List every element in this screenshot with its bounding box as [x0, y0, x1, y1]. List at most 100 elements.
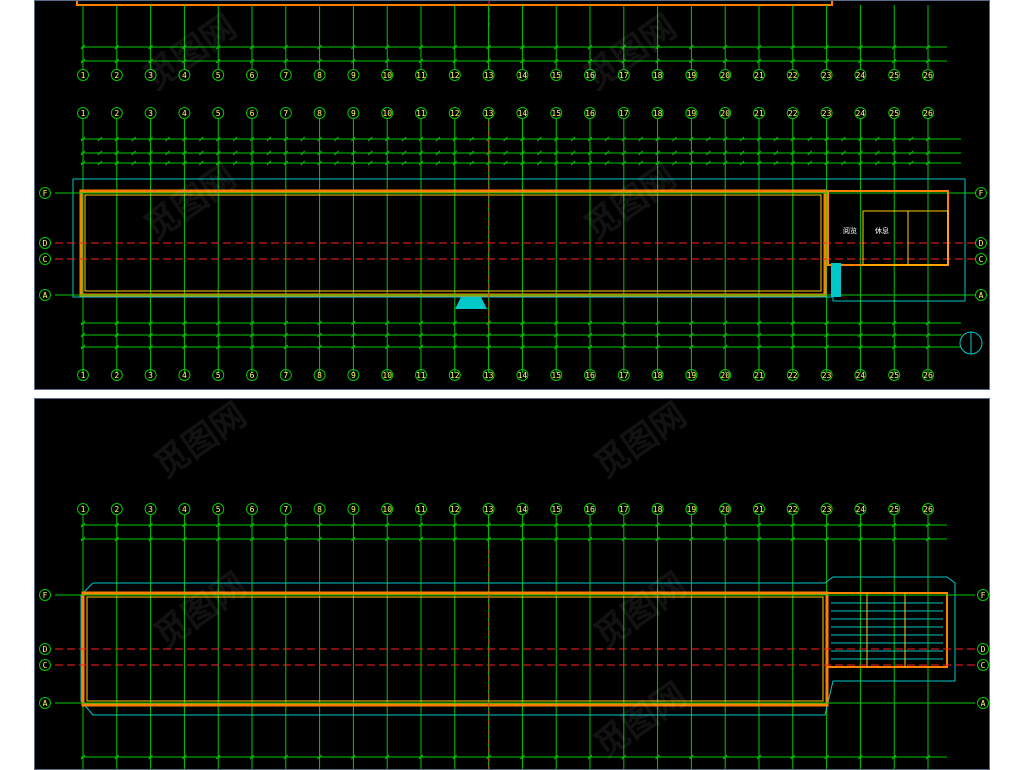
axis-bubble-label: 7	[283, 109, 288, 118]
axis-bubble-label: 20	[720, 109, 730, 118]
axis-bubble-label: 11	[416, 71, 426, 80]
axis-bubble-label: 24	[856, 371, 866, 380]
watermark: 觅图网	[147, 565, 253, 656]
axis-bubble-label: 13	[484, 109, 494, 118]
axis-bubble-label: D	[979, 239, 984, 248]
axis-bubble-label: 26	[923, 371, 933, 380]
axis-bubble-label: 16	[585, 109, 595, 118]
axis-bubble-label: 2	[114, 71, 119, 80]
axis-bubble-label: 15	[551, 371, 561, 380]
watermark: 觅图网	[147, 399, 253, 486]
axis-bubble-label: 23	[822, 71, 832, 80]
axis-bubble-label: F	[43, 591, 48, 600]
axis-bubble-label: 12	[450, 71, 460, 80]
axis-bubble-label: 12	[450, 371, 460, 380]
axis-bubble-label: 5	[216, 109, 221, 118]
axis-bubble-label: 18	[653, 371, 663, 380]
axis-bubble-label: 25	[889, 371, 899, 380]
axis-bubble-label: 8	[317, 505, 322, 514]
axis-bubble-label: 25	[889, 71, 899, 80]
room-label: 休息	[875, 226, 889, 235]
axis-bubble-label: 6	[250, 371, 255, 380]
axis-bubble-label: 12	[450, 109, 460, 118]
annex-wall	[826, 592, 948, 668]
axis-bubble-label: 1	[81, 71, 86, 80]
axis-bubble-label: 4	[182, 109, 187, 118]
room-label: 阅览	[843, 226, 857, 235]
axis-bubble-label: 15	[551, 505, 561, 514]
axis-bubble-label: A	[979, 291, 984, 300]
axis-bubble-label: 22	[788, 371, 798, 380]
partial-wall-top	[76, 1, 833, 6]
watermark: 觅图网	[137, 157, 243, 248]
axis-bubble-label: 7	[283, 71, 288, 80]
axis-bubble-label: 21	[754, 109, 764, 118]
axis-bubble-label: A	[43, 291, 48, 300]
axis-bubble-label: C	[43, 661, 48, 670]
axis-bubble-label: 26	[923, 109, 933, 118]
axis-bubble-label: 6	[250, 505, 255, 514]
axis-bubble-label: 22	[788, 71, 798, 80]
axis-bubble-label: 6	[250, 71, 255, 80]
axis-bubble-label: 3	[148, 109, 153, 118]
axis-bubble-label: 8	[317, 371, 322, 380]
axis-bubble-label: 18	[653, 71, 663, 80]
axis-bubble-label: 14	[518, 71, 528, 80]
axis-bubble-label: 4	[182, 505, 187, 514]
axis-bubble-label: 10	[382, 371, 392, 380]
axis-bubble-label: 25	[889, 505, 899, 514]
axis-bubble-label: 10	[382, 109, 392, 118]
axis-bubble-label: 21	[754, 371, 764, 380]
floor-plan-panel-top: 1 2 3 4 5 6 7 8 9 10 11 12 13 14 15 16 17 18 19 20 21 22 23 24 2…	[34, 0, 990, 390]
axis-bubble-label: 23	[822, 371, 832, 380]
south-entrance-steps	[455, 297, 487, 309]
axis-bubble-label: 2	[114, 505, 119, 514]
axis-bubble-label: 24	[856, 71, 866, 80]
axis-bubble-label: C	[43, 255, 48, 264]
axis-bubble-label: 9	[351, 71, 356, 80]
axis-bubble-label: C	[979, 255, 984, 264]
axis-bubble-label: 20	[720, 371, 730, 380]
axis-bubble-label: 10	[382, 71, 392, 80]
axis-bubble-label: D	[43, 645, 48, 654]
axis-bubble-label: F	[43, 189, 48, 198]
watermark: 觅图网	[137, 7, 243, 98]
axis-bubble-label: C	[981, 661, 986, 670]
axis-bubble-label: 14	[518, 109, 528, 118]
axis-bubble-label: 13	[484, 505, 494, 514]
axis-bubble-label: 24	[856, 109, 866, 118]
axis-bubble-label: 8	[317, 71, 322, 80]
axis-bubble-label: A	[981, 699, 986, 708]
axis-bubble-label: 17	[619, 109, 629, 118]
axis-bubble-label: 19	[687, 109, 697, 118]
axis-bubble-label: 26	[923, 71, 933, 80]
annex-room	[862, 210, 909, 266]
axis-bubble-label: F	[981, 591, 986, 600]
axis-bubble-label: 20	[720, 71, 730, 80]
axis-bubble-label: 9	[351, 505, 356, 514]
axis-bubble-label: 23	[822, 109, 832, 118]
axis-bubble-label: 26	[923, 505, 933, 514]
axis-bubble-label: 13	[484, 371, 494, 380]
axis-bubble-label: 20	[720, 505, 730, 514]
axis-bubble-label: A	[43, 699, 48, 708]
axis-bubble-label: 9	[351, 371, 356, 380]
axis-bubble-label: D	[43, 239, 48, 248]
axis-bubble-label: 19	[687, 71, 697, 80]
axis-bubble-label: 25	[889, 109, 899, 118]
axis-bubble-label: 4	[182, 371, 187, 380]
axis-bubble-label: 21	[754, 71, 764, 80]
watermark: 觅图网	[587, 565, 693, 656]
axis-bubble-label: F	[979, 189, 984, 198]
floor-plan-panel-bottom: 1 2 3 4 5 6 7 8 9 10 11 12 13 14 15 16 17 18 19 20 21 22 23 24 2…	[34, 398, 990, 770]
axis-bubble-label: 2	[114, 109, 119, 118]
axis-bubble-label: 17	[619, 371, 629, 380]
axis-bubble-label: 11	[416, 505, 426, 514]
axis-bubble-label: 7	[283, 505, 288, 514]
axis-bubble-label: 15	[551, 109, 561, 118]
axis-bubble-label: 7	[283, 371, 288, 380]
axis-bubble-label: 9	[351, 109, 356, 118]
axis-bubble-label: 18	[653, 505, 663, 514]
axis-bubble-label: 12	[450, 505, 460, 514]
axis-bubble-label: 17	[619, 505, 629, 514]
